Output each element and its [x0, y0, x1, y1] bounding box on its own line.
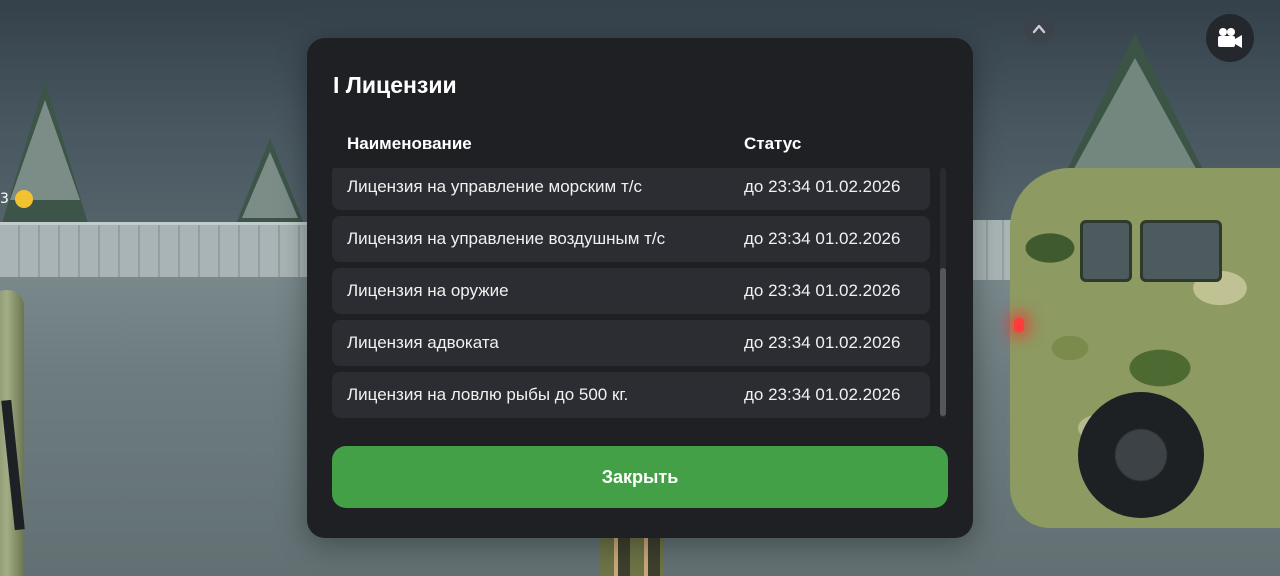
list-scrollbar-thumb[interactable]: [940, 268, 946, 416]
camera-button[interactable]: [1206, 14, 1254, 62]
pine-tree-mid: [232, 138, 308, 234]
license-status: до 23:34 01.02.2026: [744, 385, 901, 404]
license-row: Лицензия на ловлю рыбы до 500 кг. до 23:…: [332, 372, 930, 418]
license-name: Лицензия на управление воздушным т/с: [347, 229, 666, 248]
collapse-button[interactable]: [1024, 14, 1054, 44]
license-status: до 23:34 01.02.2026: [744, 229, 901, 248]
player-tag-number: 3: [0, 191, 9, 207]
license-name: Лицензия адвоката: [347, 333, 499, 352]
license-name: Лицензия на ловлю рыбы до 500 кг.: [347, 385, 629, 404]
licenses-list[interactable]: Лицензия на управление морским т/с до 23…: [332, 168, 930, 418]
license-row: Лицензия на оружие до 23:34 01.02.2026: [332, 268, 930, 314]
chevron-up-icon: [1032, 24, 1046, 34]
license-status: до 23:34 01.02.2026: [744, 281, 901, 300]
column-header-status: Статус: [744, 134, 802, 153]
license-row: Лицензия на управление морским т/с до 23…: [332, 168, 930, 210]
column-header-name: Наименование: [347, 134, 472, 153]
concrete-fence-left: [0, 222, 310, 277]
license-status: до 23:34 01.02.2026: [744, 333, 901, 352]
van-window-2: [1140, 220, 1222, 282]
license-row: Лицензия на управление воздушным т/с до …: [332, 216, 930, 262]
video-camera-icon: [1218, 28, 1242, 48]
license-name: Лицензия на оружие: [347, 281, 509, 300]
dialog-title: I Лицензии: [333, 72, 457, 98]
player-tag: 3: [0, 190, 33, 208]
van-wheel: [1078, 392, 1204, 518]
license-status: до 23:34 01.02.2026: [744, 177, 901, 196]
van-taillight: [1014, 318, 1024, 332]
van-window-1: [1080, 220, 1132, 282]
list-scrollbar[interactable]: [940, 168, 946, 418]
licenses-dialog: I Лицензии Наименование Статус Лицензия …: [307, 38, 973, 538]
emoji-face-icon: [14, 190, 33, 208]
license-row: Лицензия адвоката до 23:34 01.02.2026: [332, 320, 930, 366]
player-legs: [600, 536, 664, 576]
licenses-list-content: Лицензия на управление морским т/с до 23…: [332, 168, 930, 418]
license-name: Лицензия на управление морским т/с: [347, 177, 642, 196]
close-button[interactable]: Закрыть: [332, 446, 948, 508]
